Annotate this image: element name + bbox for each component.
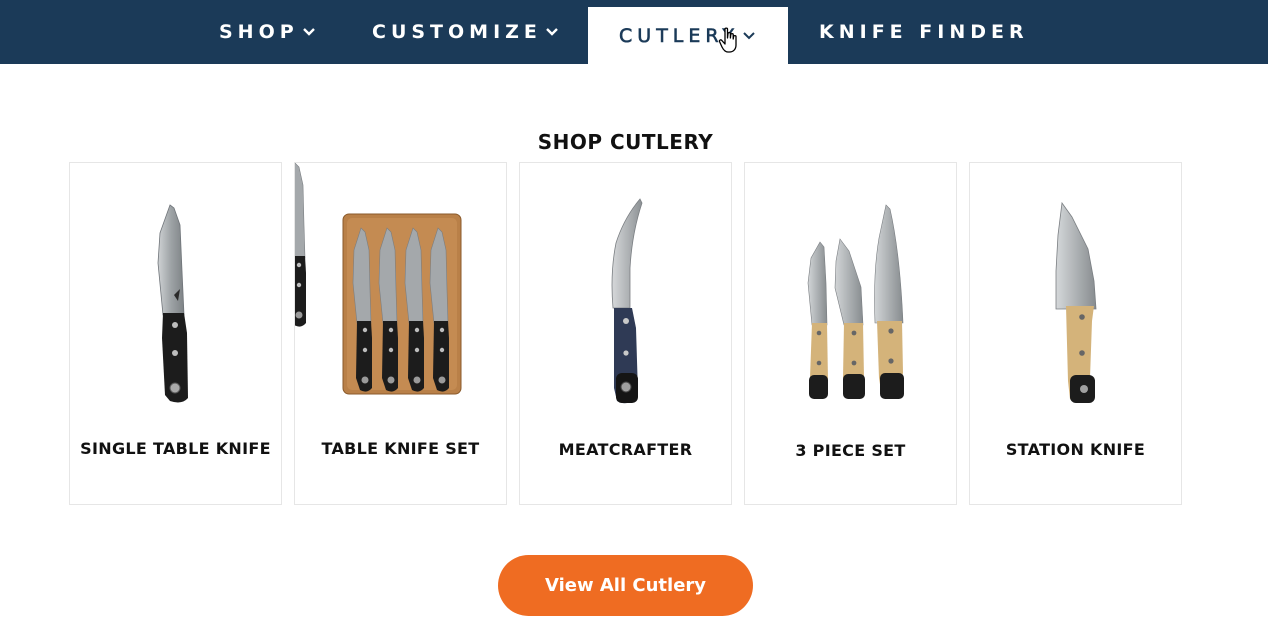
hand-cursor-icon [718,27,737,53]
product-name: MEATCRAFTER [558,440,693,459]
meatcrafter-knife-image [611,198,643,404]
chevron-down-icon [544,26,560,38]
table-knife-set-image [295,163,462,395]
nav-item-label: CUSTOMIZE [372,21,542,43]
nav-item-shop[interactable]: SHOP [219,0,317,64]
nav-item-label: SHOP [219,21,299,43]
section-title: SHOP CUTLERY [537,130,714,154]
chevron-down-icon [741,30,757,42]
product-name: SINGLE TABLE KNIFE [80,439,271,458]
three-piece-set-image [807,204,904,399]
product-card-meatcrafter[interactable]: MEATCRAFTER [519,162,732,505]
nav-item-label: KNIFE FINDER [819,21,1029,43]
product-name: TABLE KNIFE SET [321,439,480,458]
product-card-single-table-knife[interactable]: SINGLE TABLE KNIFE [69,162,282,505]
nav-item-customize[interactable]: CUSTOMIZE [372,0,560,64]
chevron-down-icon [301,26,317,38]
product-name: STATION KNIFE [1005,440,1146,459]
product-card-3-piece-set[interactable]: 3 PIECE SET [744,162,957,505]
nav-item-cutlery[interactable]: CUTLERY [588,7,788,64]
station-knife-image [1055,201,1097,403]
product-card-station-knife[interactable]: STATION KNIFE [969,162,1182,505]
top-navigation-bar: SHOP CUSTOMIZE CUTLERY KNIFE FINDER [0,0,1268,64]
nav-item-knife-finder[interactable]: KNIFE FINDER [819,0,1029,64]
product-card-table-knife-set[interactable]: TABLE KNIFE SET [294,162,507,505]
product-name: 3 PIECE SET [795,441,906,460]
single-table-knife-image [157,204,188,403]
view-all-cutlery-button[interactable]: View All Cutlery [498,555,753,616]
